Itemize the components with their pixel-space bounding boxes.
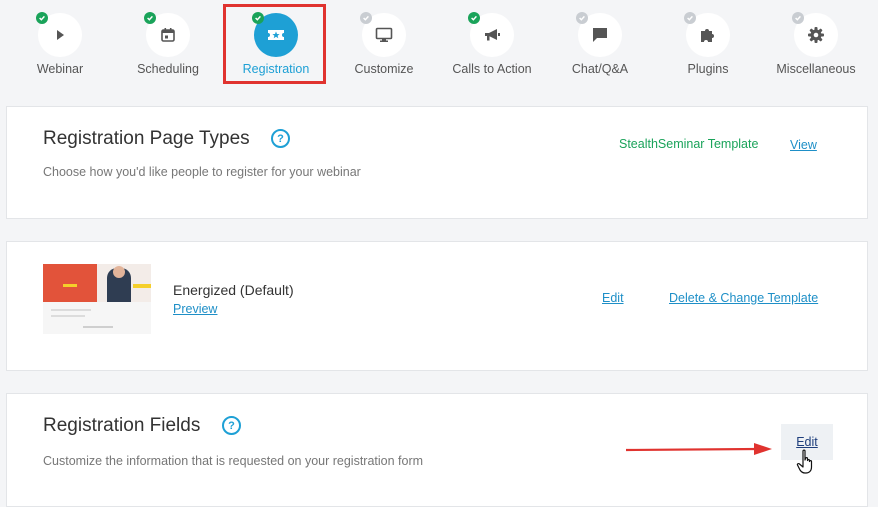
edit-fields-label: Edit bbox=[796, 435, 818, 449]
step-label: Miscellaneous bbox=[776, 62, 856, 76]
hand-cursor-icon bbox=[796, 449, 813, 474]
step-label: Calls to Action bbox=[452, 62, 532, 76]
help-icon[interactable]: ? bbox=[222, 416, 241, 435]
check-icon bbox=[468, 12, 480, 24]
delete-change-template-link[interactable]: Delete & Change Template bbox=[669, 291, 818, 305]
template-name: StealthSeminar Template bbox=[619, 137, 759, 151]
registration-fields-description: Customize the information that is reques… bbox=[43, 454, 424, 468]
template-thumbnail[interactable] bbox=[43, 264, 151, 334]
annotation-arrow-icon bbox=[625, 443, 772, 455]
preview-link[interactable]: Preview bbox=[173, 302, 217, 316]
wizard-steps: Webinar Scheduling Registration Customiz… bbox=[0, 0, 878, 95]
page-types-title: Registration Page Types bbox=[43, 128, 250, 149]
annotation-highlight-box bbox=[223, 4, 326, 84]
template-name-label: Energized (Default) bbox=[173, 282, 294, 298]
step-label: Scheduling bbox=[137, 62, 199, 76]
check-icon bbox=[36, 12, 48, 24]
step-label: Customize bbox=[354, 62, 414, 76]
step-label: Chat/Q&A bbox=[571, 62, 629, 76]
check-icon bbox=[792, 12, 804, 24]
step-label: Plugins bbox=[687, 62, 729, 76]
step-label: Webinar bbox=[36, 62, 84, 76]
page-types-description: Choose how you'd like people to register… bbox=[43, 165, 361, 179]
help-icon[interactable]: ? bbox=[271, 129, 290, 148]
template-card: Energized (Default) Preview Edit Delete … bbox=[6, 241, 868, 371]
registration-fields-title: Registration Fields bbox=[43, 415, 201, 436]
check-icon bbox=[252, 12, 264, 24]
edit-template-link[interactable]: Edit bbox=[602, 291, 624, 305]
check-icon bbox=[576, 12, 588, 24]
check-icon bbox=[144, 12, 156, 24]
check-icon bbox=[684, 12, 696, 24]
view-template-link[interactable]: View bbox=[790, 138, 817, 152]
page-types-card: Registration Page Types ? Choose how you… bbox=[6, 106, 868, 219]
check-icon bbox=[360, 12, 372, 24]
